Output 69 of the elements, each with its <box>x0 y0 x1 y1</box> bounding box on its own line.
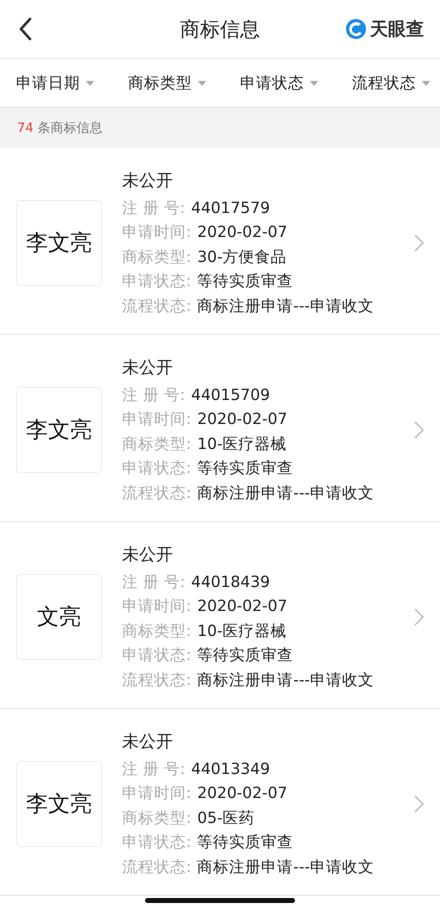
brand-name: 天眼查 <box>370 18 424 41</box>
field-value: 商标注册申请---申请收文 <box>197 856 374 878</box>
field-label: 流程状态: <box>122 856 192 878</box>
field-label: 申请状态: <box>122 271 192 292</box>
field-value: 44017579 <box>191 198 270 219</box>
chevron-right-icon <box>414 234 424 252</box>
trademark-card[interactable]: 李文亮 未公开 注 册 号: 44013349 申请时间: 2020-02-07 商标类型: 05-医药 申请状态: 等待实质审查 流程状态: 商标注册申请---申请收文 <box>0 709 440 896</box>
field-label: 注 册 号: <box>122 572 186 593</box>
field-value: 30-方便食品 <box>197 246 287 268</box>
field-value: 商标注册申请---申请收文 <box>197 296 374 317</box>
filter-dropdown[interactable]: 申请日期 <box>16 72 94 94</box>
filter-dropdown[interactable]: 商标类型 <box>128 72 206 94</box>
result-count: 74 条商标信息 <box>0 108 440 148</box>
field-label: 申请时间: <box>122 783 192 804</box>
field-label: 商标类型: <box>122 808 192 829</box>
chevron-right-icon <box>414 608 424 626</box>
field-label: 商标类型: <box>122 434 192 455</box>
field-value: 商标注册申请---申请收文 <box>197 670 374 691</box>
trademark-image: 李文亮 <box>16 200 102 286</box>
caret-down-icon <box>86 80 94 86</box>
field-value: 2020-02-07 <box>197 409 288 430</box>
page-title: 商标信息 <box>180 16 260 42</box>
trademark-name: 未公开 <box>122 170 174 192</box>
field-label: 注 册 号: <box>122 758 186 780</box>
field-label: 注 册 号: <box>122 198 186 219</box>
chevron-right-icon <box>414 421 424 439</box>
field-value: 商标注册申请---申请收文 <box>197 482 374 504</box>
field-label: 流程状态: <box>122 296 192 317</box>
field-label: 商标类型: <box>122 246 192 268</box>
trademark-image: 李文亮 <box>16 387 102 473</box>
field-value: 10-医疗器械 <box>197 434 287 455</box>
field-label: 申请时间: <box>122 596 192 618</box>
trademark-image: 李文亮 <box>16 761 102 847</box>
trademark-card[interactable]: 李文亮 未公开 注 册 号: 44015709 申请时间: 2020-02-07 商标类型: 10-医疗器械 申请状态: 等待实质审查 流程状态: 商标注册申请---申请收文 <box>0 335 440 522</box>
filter-dropdown[interactable]: 申请状态 <box>240 72 318 94</box>
trademark-name: 未公开 <box>122 544 174 566</box>
brand-logo-icon <box>345 18 367 40</box>
field-value: 等待实质审查 <box>197 458 294 480</box>
field-value: 等待实质审查 <box>197 271 294 292</box>
field-label: 申请状态: <box>122 832 192 854</box>
trademark-card[interactable]: 文亮 未公开 注 册 号: 44018439 申请时间: 2020-02-07 商标类型: 10-医疗器械 申请状态: 等待实质审查 流程状态: 商标注册申请---申请收文 <box>0 522 440 709</box>
field-value: 44018439 <box>191 572 270 593</box>
field-label: 流程状态: <box>122 482 192 504</box>
field-value: 等待实质审查 <box>197 645 294 666</box>
back-icon[interactable] <box>18 17 32 41</box>
field-label: 申请时间: <box>122 409 192 430</box>
trademark-card[interactable]: 李文亮 未公开 注 册 号: 44017579 申请时间: 2020-02-07 商标类型: 30-方便食品 申请状态: 等待实质审查 流程状态: 商标注册申请---申请收文 <box>0 148 440 335</box>
caret-down-icon <box>310 80 318 86</box>
trademark-image: 文亮 <box>16 574 102 660</box>
chevron-right-icon <box>414 795 424 813</box>
field-value: 等待实质审查 <box>197 832 294 854</box>
field-value: 2020-02-07 <box>197 783 288 804</box>
field-value: 44015709 <box>191 384 270 406</box>
field-value: 2020-02-07 <box>197 596 288 618</box>
field-label: 商标类型: <box>122 620 192 642</box>
filter-dropdown[interactable]: 流程状态 <box>352 72 430 94</box>
field-value: 05-医药 <box>197 808 255 829</box>
field-value: 44013349 <box>191 758 270 780</box>
trademark-name: 未公开 <box>122 730 174 753</box>
field-label: 申请时间: <box>122 222 192 244</box>
trademark-name: 未公开 <box>122 356 174 379</box>
field-label: 申请状态: <box>122 645 192 666</box>
caret-down-icon <box>198 80 206 86</box>
caret-down-icon <box>422 80 430 86</box>
field-label: 申请状态: <box>122 458 192 480</box>
field-label: 流程状态: <box>122 670 192 691</box>
field-value: 10-医疗器械 <box>197 620 287 642</box>
field-label: 注 册 号: <box>122 384 186 406</box>
field-value: 2020-02-07 <box>197 222 288 244</box>
